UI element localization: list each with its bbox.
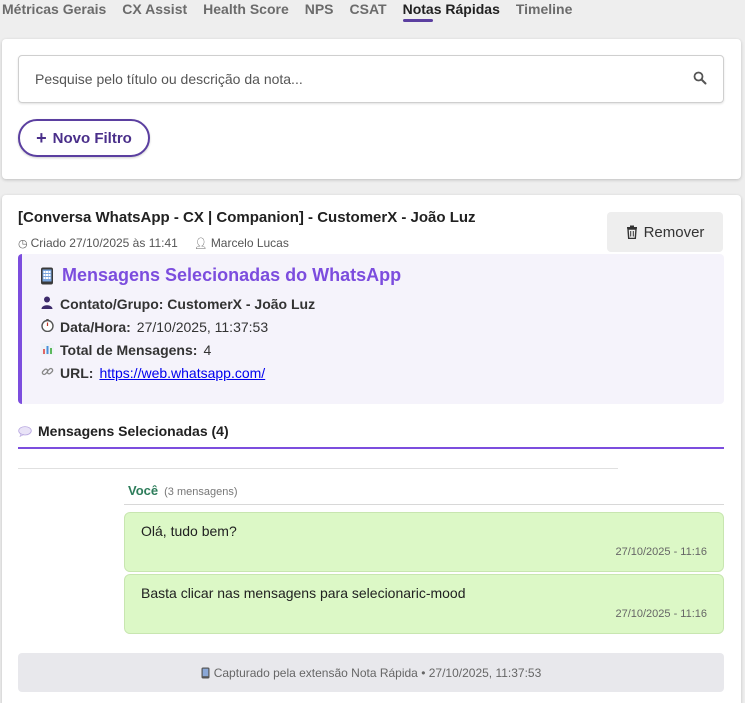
note-meta: ◷ Criado 27/10/2025 às 11:41 👤︎ Marcelo Lu… (18, 236, 289, 250)
url-row: URL: https://web.whatsapp.com/ (40, 365, 265, 381)
phone-icon (41, 267, 53, 284)
tab-notas-rapidas-label: Notas Rápidas (402, 1, 500, 17)
remove-button[interactable]: Remover (607, 212, 723, 252)
message-bubble[interactable]: Basta clicar nas mensagens para selecion… (124, 574, 724, 634)
tab-metricas-gerais[interactable]: Métricas Gerais (2, 0, 106, 28)
speech-bubble-icon (18, 425, 32, 437)
message-bubble[interactable]: Olá, tudo bem? 27/10/2025 - 11:16 (124, 512, 724, 572)
header-divider (18, 447, 724, 449)
link-icon (40, 365, 54, 381)
bar-chart-icon (40, 342, 54, 358)
datetime-row: Data/Hora: 27/10/2025, 11:37:53 (40, 319, 268, 335)
tab-health-score[interactable]: Health Score (203, 0, 289, 28)
note-author-text: Marcelo Lucas (210, 236, 289, 250)
sender-divider (124, 504, 724, 505)
tab-bar: Métricas Gerais CX Assist Health Score N… (0, 0, 745, 28)
note-card: [Conversa WhatsApp - CX | Companion] - C… (2, 195, 741, 703)
datetime-label: Data/Hora: (60, 319, 131, 335)
remove-label: Remover (643, 223, 705, 241)
message-time: 27/10/2025 - 11:16 (615, 608, 707, 620)
search-box (18, 55, 724, 103)
tab-notas-rapidas[interactable]: Notas Rápidas (402, 0, 500, 28)
total-value: 4 (203, 342, 212, 358)
note-author: 👤︎ Marcelo Lucas (194, 236, 289, 250)
tab-csat[interactable]: CSAT (350, 0, 387, 28)
note-title: [Conversa WhatsApp - CX | Companion] - C… (18, 209, 476, 226)
info-title-text: Mensagens Selecionadas do WhatsApp (62, 265, 402, 285)
plus-icon: + (36, 128, 47, 148)
phone-icon (201, 667, 210, 678)
whatsapp-info-box: Mensagens Selecionadas do WhatsApp Conta… (18, 254, 724, 404)
datetime-value: 27/10/2025, 11:37:53 (136, 319, 269, 335)
url-label: URL: (60, 365, 94, 381)
note-created: ◷ Criado 27/10/2025 às 11:41 (18, 236, 178, 250)
selected-messages-header: Mensagens Selecionadas (4) (18, 423, 229, 439)
person-icon: 👤︎ (193, 238, 208, 250)
info-title: Mensagens Selecionadas do WhatsApp (40, 265, 401, 286)
contact-icon (40, 296, 54, 312)
new-filter-button[interactable]: + Novo Filtro (18, 119, 150, 157)
contact-row: Contato/Grupo: CustomerX - João Luz (40, 296, 315, 312)
total-label: Total de Mensagens: (60, 342, 198, 358)
clock-icon: ◷ (18, 238, 28, 250)
trash-icon (626, 225, 637, 239)
section-divider (18, 468, 618, 469)
message-time: 27/10/2025 - 11:16 (615, 546, 707, 558)
sender-name: Você (128, 483, 159, 498)
tab-nps[interactable]: NPS (305, 0, 334, 28)
whatsapp-url-link[interactable]: https://web.whatsapp.com/ (99, 365, 265, 381)
total-row: Total de Mensagens: 4 (40, 342, 211, 358)
active-tab-indicator (402, 19, 433, 22)
sender-message-count: (3 mensagens) (164, 486, 238, 498)
message-text: Olá, tudo bem? (141, 523, 237, 539)
new-filter-label: Novo Filtro (52, 129, 132, 147)
capture-footer: Capturado pela extensão Nota Rápida • 27… (18, 653, 724, 692)
tab-cx-assist[interactable]: CX Assist (122, 0, 187, 28)
note-created-text: Criado 27/10/2025 às 11:41 (30, 236, 178, 250)
tab-timeline[interactable]: Timeline (516, 0, 573, 28)
search-input[interactable] (35, 56, 685, 102)
contact-label: Contato/Grupo: CustomerX - João Luz (60, 296, 316, 312)
search-icon[interactable] (693, 71, 707, 85)
search-panel: + Novo Filtro (2, 39, 741, 179)
selected-messages-header-text: Mensagens Selecionadas (4) (38, 423, 229, 439)
capture-footer-text: Capturado pela extensão Nota Rápida • 27… (213, 665, 542, 680)
sender-label: Você (3 mensagens) (128, 483, 237, 498)
message-text: Basta clicar nas mensagens para selecion… (141, 585, 466, 601)
stopwatch-icon (40, 319, 54, 335)
